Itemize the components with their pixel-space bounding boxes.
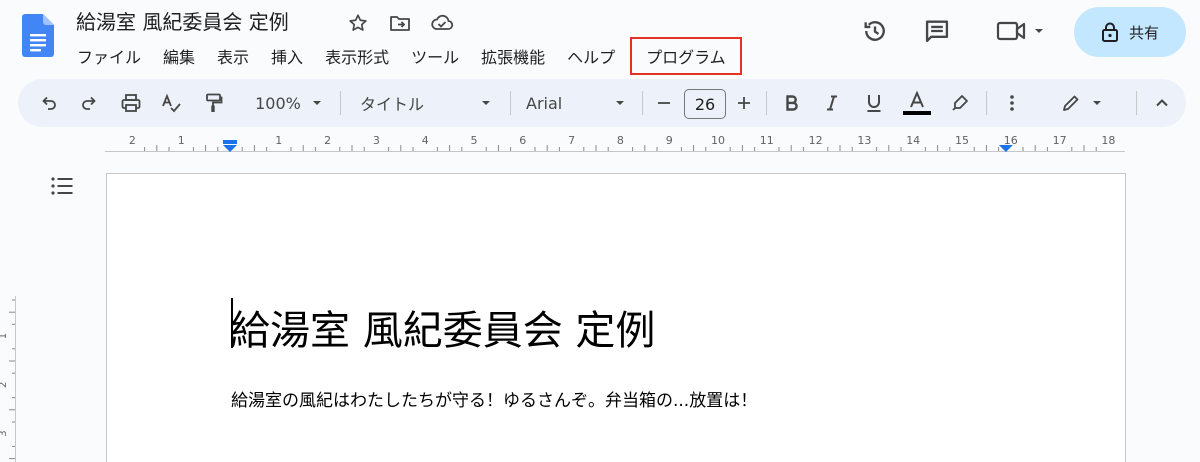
chevron-down-icon	[312, 101, 321, 105]
ruler-label: 3	[373, 134, 380, 147]
ruler-label: 14	[906, 134, 920, 147]
ruler-label: 10	[711, 134, 725, 147]
italic-icon[interactable]	[818, 79, 846, 127]
menu-tools[interactable]: ツール	[400, 40, 470, 72]
paint-format-icon[interactable]	[198, 79, 228, 127]
share-label: 共有	[1128, 23, 1159, 42]
increase-font-size-icon[interactable]	[730, 79, 758, 127]
chevron-down-icon	[616, 101, 624, 105]
spellcheck-icon[interactable]	[156, 79, 186, 127]
ruler-label: 13	[857, 134, 871, 147]
ruler-label: 5	[471, 134, 478, 147]
font-select[interactable]: Arial	[524, 79, 628, 127]
redo-icon[interactable]	[74, 79, 104, 127]
ruler-label: 1	[178, 134, 185, 147]
print-icon[interactable]	[116, 79, 146, 127]
ruler-label: 3	[0, 430, 9, 436]
style-select[interactable]: タイトル	[356, 79, 496, 127]
menu-bar: ファイル 編集 表示 挿入 表示形式 ツール 拡張機能 ヘルプ プログラム	[66, 37, 742, 75]
menu-program[interactable]: プログラム	[630, 37, 742, 75]
cloud-saved-icon[interactable]	[428, 9, 456, 37]
menu-help[interactable]: ヘルプ	[556, 40, 626, 72]
ruler-label: 6	[519, 134, 526, 147]
toolbar-divider	[986, 91, 987, 115]
share-button[interactable]: 共有	[1074, 7, 1186, 57]
ruler-label: 12	[809, 134, 823, 147]
bold-icon[interactable]	[778, 79, 806, 127]
menu-view[interactable]: 表示	[206, 40, 260, 72]
menu-insert[interactable]: 挿入	[260, 40, 314, 72]
chevron-down-icon	[1093, 101, 1101, 105]
document-outline-icon[interactable]	[46, 172, 78, 200]
ruler-label: 1	[275, 134, 282, 147]
vertical-ruler[interactable]: 1 2 3	[0, 296, 16, 462]
move-to-folder-icon[interactable]	[386, 9, 414, 37]
menu-format[interactable]: 表示形式	[314, 40, 400, 72]
menu-edit[interactable]: 編集	[152, 40, 206, 72]
horizontal-ruler[interactable]: 2 1 1 2 3 4 5 6 7 8 9 10 11 12 13 14 15 16 17 18	[105, 131, 1125, 153]
ruler-label: 7	[568, 134, 575, 147]
header: 給湯室 風紀委員会 定例 ファイル 編集 表示 挿入 表示形式 ツール 拡張機能…	[0, 0, 1200, 76]
toolbar-divider	[340, 91, 341, 115]
toolbar-divider	[510, 91, 511, 115]
document-title[interactable]: 給湯室 風紀委員会 定例	[76, 6, 289, 35]
highlight-color-icon[interactable]	[946, 79, 974, 127]
left-indent-marker-icon[interactable]	[223, 140, 237, 152]
collapse-toolbar-icon[interactable]	[1148, 79, 1176, 127]
lock-icon	[1101, 22, 1118, 42]
document-page[interactable]: 給湯室 風紀委員会 定例 給湯室の風紀はわたしたちが守る！ゆるさんぞ。弁当箱の.…	[106, 173, 1126, 462]
underline-icon[interactable]	[860, 79, 888, 127]
decrease-font-size-icon[interactable]	[650, 79, 678, 127]
toolbar-divider	[1136, 91, 1137, 115]
docs-logo-icon[interactable]	[22, 14, 54, 58]
ruler-label: 2	[129, 134, 136, 147]
editing-mode-select[interactable]	[1054, 79, 1110, 127]
font-value: Arial	[526, 93, 563, 113]
text-color-icon[interactable]	[900, 79, 934, 127]
style-value: タイトル	[360, 95, 425, 114]
menu-file[interactable]: ファイル	[66, 40, 152, 72]
toolbar: 100% タイトル Arial 26	[18, 79, 1186, 127]
document-paragraph[interactable]: 給湯室の風紀はわたしたちが守る！ゆるさんぞ。弁当箱の...放置は！	[231, 386, 757, 411]
ruler-label: 4	[422, 134, 429, 147]
menu-extensions[interactable]: 拡張機能	[470, 40, 556, 72]
ruler-label: 17	[1053, 134, 1067, 147]
ruler-label: 8	[617, 134, 624, 147]
ruler-label: 9	[666, 134, 673, 147]
chevron-down-icon	[482, 101, 490, 105]
title-actions	[344, 9, 456, 37]
right-indent-marker-icon[interactable]	[998, 145, 1013, 152]
star-icon[interactable]	[344, 9, 372, 37]
document-heading[interactable]: 給湯室 風紀委員会 定例	[230, 298, 655, 356]
font-size-input[interactable]: 26	[684, 89, 726, 119]
zoom-select[interactable]: 100%	[244, 79, 334, 127]
pencil-icon	[1063, 95, 1079, 111]
ruler-label: 15	[955, 134, 969, 147]
undo-icon[interactable]	[34, 79, 64, 127]
ruler-label: 18	[1101, 134, 1115, 147]
more-options-icon[interactable]	[998, 79, 1026, 127]
zoom-value: 100%	[255, 93, 301, 113]
ruler-label: 1	[0, 333, 9, 339]
ruler-label: 11	[760, 134, 774, 147]
ruler-label: 2	[0, 382, 9, 388]
text-cursor	[231, 298, 233, 348]
toolbar-divider	[642, 91, 643, 115]
history-icon[interactable]	[858, 14, 892, 48]
meet-icon[interactable]	[990, 14, 1050, 48]
comment-icon[interactable]	[920, 14, 954, 48]
toolbar-divider	[766, 91, 767, 115]
ruler-label: 2	[324, 134, 331, 147]
